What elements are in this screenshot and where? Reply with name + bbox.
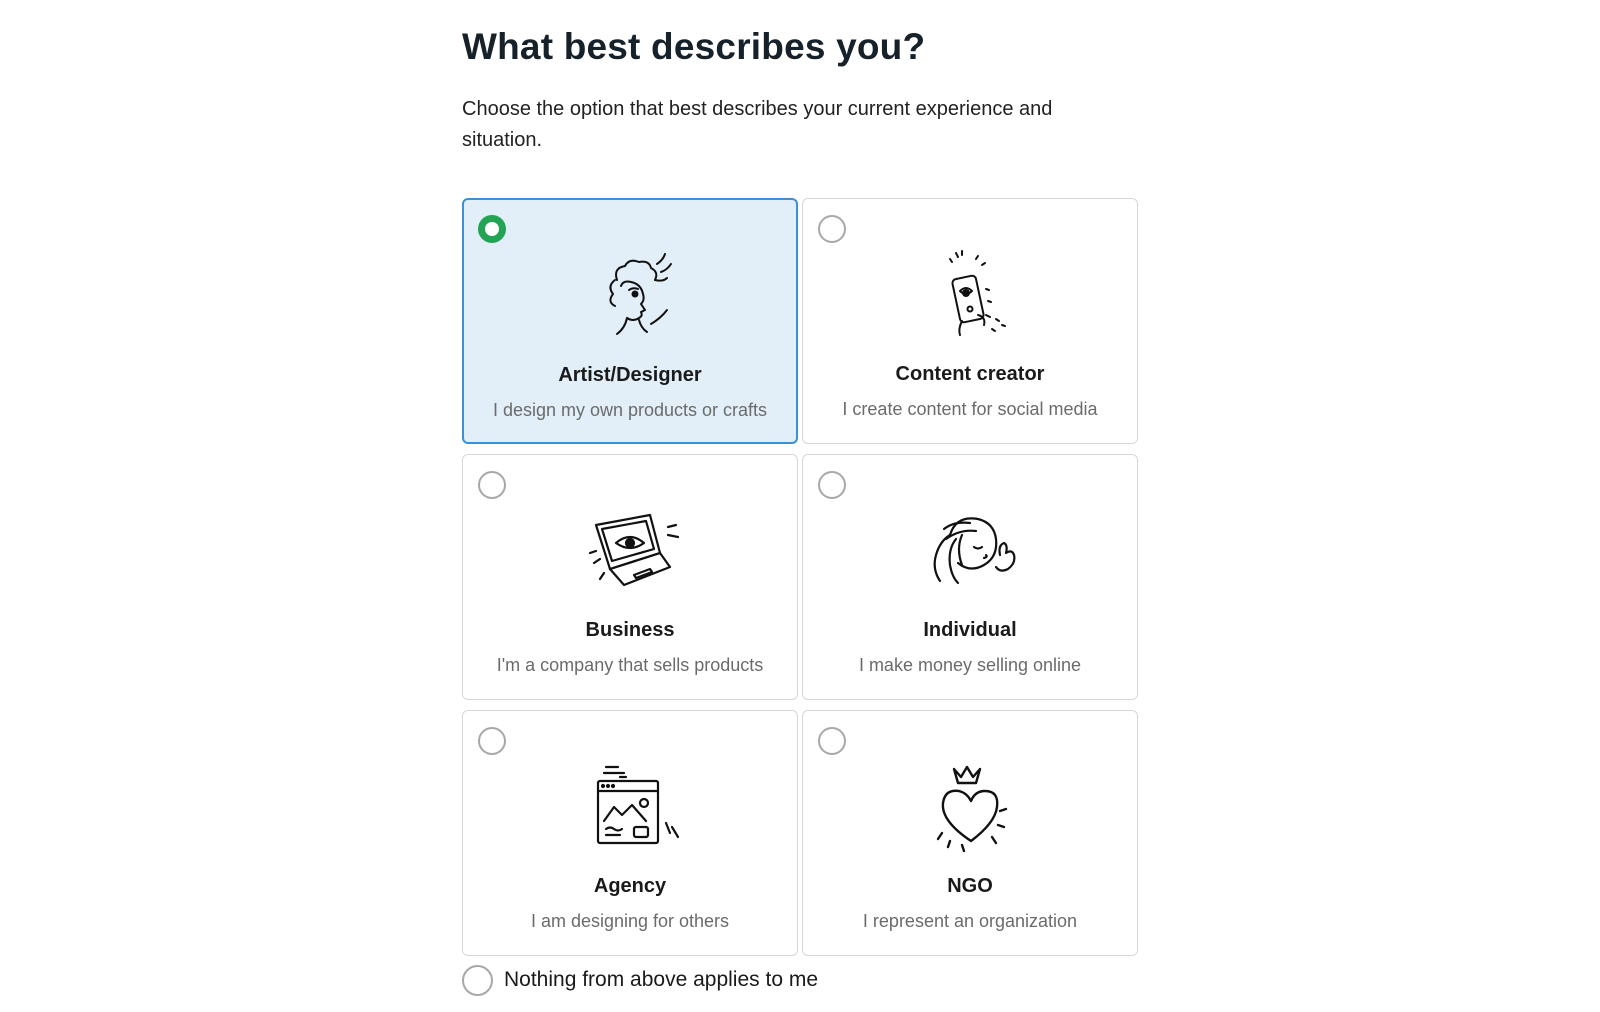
option-description: I'm a company that sells products: [496, 655, 764, 675]
option-title: NGO: [947, 875, 993, 897]
laptop-icon: [576, 505, 686, 601]
option-description: I make money selling online: [858, 655, 1082, 675]
option-description: I am designing for others: [530, 911, 730, 931]
option-radio[interactable]: [478, 471, 506, 499]
page-title: What best describes you?: [462, 26, 926, 67]
option-radio[interactable]: [818, 215, 846, 243]
option-card-artist-designer[interactable]: Artist/Designer I design my own products…: [462, 198, 798, 444]
option-radio[interactable]: [818, 727, 846, 755]
option-radio[interactable]: [478, 215, 506, 243]
option-description: I represent an organization: [862, 911, 1078, 931]
option-radio[interactable]: [818, 471, 846, 499]
option-radio[interactable]: [478, 727, 506, 755]
option-card-content-creator[interactable]: Content creator I create content for soc…: [802, 198, 1138, 444]
phone-creator-icon: [916, 249, 1026, 345]
option-card-ngo[interactable]: NGO I represent an organization: [802, 710, 1138, 956]
option-title: Business: [585, 619, 675, 641]
option-card-individual[interactable]: Individual I make money selling online: [802, 454, 1138, 700]
option-description: I create content for social media: [842, 399, 1098, 419]
option-card-business[interactable]: Business I'm a company that sells produc…: [462, 454, 798, 700]
option-card-agency[interactable]: Agency I am designing for others: [462, 710, 798, 956]
crowned-heart-icon: [916, 761, 1026, 857]
page-subtitle: Choose the option that best describes yo…: [462, 98, 1053, 151]
option-title: Content creator: [895, 363, 1045, 385]
option-description: I design my own products or crafts: [492, 400, 768, 420]
none-option[interactable]: Nothing from above applies to me: [462, 964, 818, 996]
browser-window-icon: [576, 761, 686, 857]
none-option-label: Nothing from above applies to me: [504, 968, 819, 991]
none-option-radio[interactable]: [462, 964, 493, 996]
waving-person-icon: [916, 505, 1026, 601]
option-title: Artist/Designer: [558, 364, 702, 386]
option-title: Agency: [593, 875, 667, 897]
option-title: Individual: [923, 619, 1017, 641]
artist-icon: [577, 250, 687, 346]
